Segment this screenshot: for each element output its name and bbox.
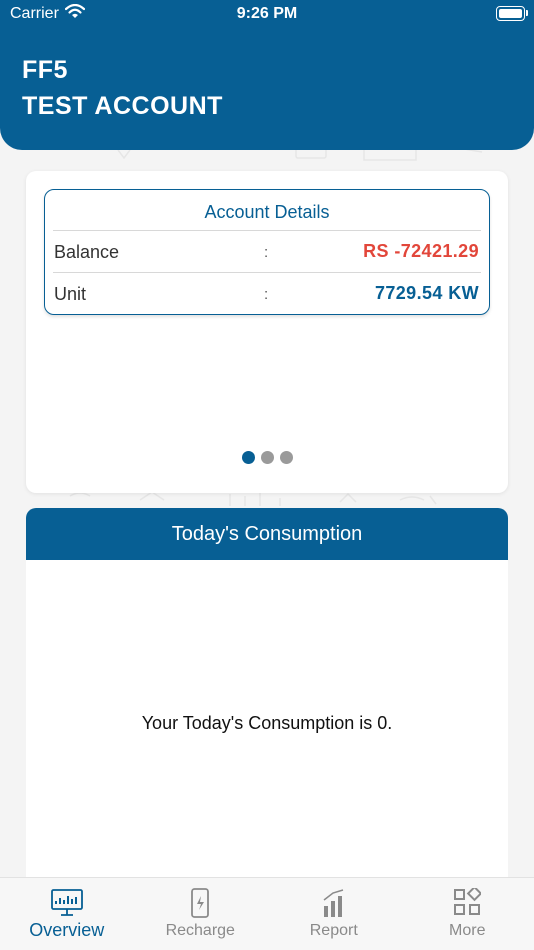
page-dot[interactable]: [260, 451, 274, 464]
battery-icon: [496, 6, 528, 21]
unit-label: Unit: [54, 284, 87, 304]
account-code: FF5: [22, 56, 68, 84]
balance-value: RS -72421.29: [363, 241, 479, 261]
tab-label: Overview: [29, 920, 105, 940]
page-indicator[interactable]: [26, 451, 508, 469]
balance-label: Balance: [54, 242, 120, 262]
status-bar: Carrier 9:26 PM: [0, 0, 534, 30]
bar-chart-icon: [323, 889, 343, 917]
tab-label: Report: [309, 922, 358, 939]
divider: [53, 230, 481, 231]
page-dot[interactable]: [241, 451, 255, 464]
account-name: TEST ACCOUNT: [22, 92, 223, 120]
unit-value: 7729.54 KW: [374, 283, 479, 303]
account-details-title: Account Details: [204, 202, 330, 222]
consumption-title: Today's Consumption: [26, 508, 508, 560]
account-carousel-card[interactable]: Account Details Balance : RS -72421.29 U…: [26, 171, 508, 493]
tab-overview[interactable]: Overview: [0, 878, 134, 950]
balance-separator: :: [264, 244, 269, 261]
tab-more[interactable]: More: [401, 878, 534, 950]
tab-report[interactable]: Report: [267, 878, 401, 950]
tab-bar: Overview Recharge Report More: [0, 877, 534, 950]
phone-bolt-icon: [191, 888, 210, 918]
background-pattern-lower: [69, 491, 437, 506]
consumption-panel: Today's Consumption Your Today's Consump…: [26, 508, 508, 878]
tab-label: Recharge: [165, 922, 235, 939]
unit-separator: :: [264, 286, 269, 303]
divider: [53, 272, 481, 273]
account-details-box: Account Details Balance : RS -72421.29 U…: [44, 189, 490, 315]
tab-label: More: [449, 922, 486, 939]
grid-icon: [454, 888, 482, 915]
page-dot[interactable]: [279, 451, 293, 464]
clock-label: 9:26 PM: [236, 5, 298, 22]
monitor-chart-icon: [50, 889, 83, 916]
app-header: Carrier 9:26 PM FF5 TEST ACCOUNT: [0, 0, 534, 150]
consumption-message: Your Today's Consumption is 0.: [141, 713, 393, 733]
tab-recharge[interactable]: Recharge: [134, 878, 268, 950]
